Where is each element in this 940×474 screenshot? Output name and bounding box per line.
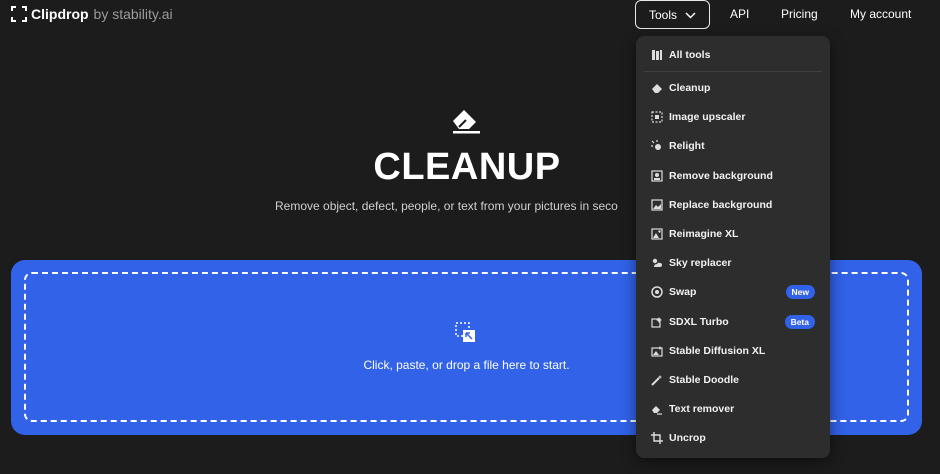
nav-api-link[interactable]: API (730, 7, 749, 21)
nav-pricing-link[interactable]: Pricing (781, 7, 818, 21)
menu-item-label: Relight (669, 140, 705, 152)
tools-button[interactable]: Tools (635, 0, 710, 29)
beta-badge: Beta (784, 315, 815, 329)
menu-item-label: Text remover (669, 403, 735, 415)
menu-item-label: Uncrop (669, 432, 706, 444)
nav-my-account-link[interactable]: My account (850, 7, 911, 21)
replace-bg-icon (650, 199, 663, 212)
menu-item-label: SDXL Turbo (669, 316, 729, 328)
menu-item-label: Cleanup (669, 82, 711, 94)
menu-item-remove-background[interactable]: Remove background (636, 163, 830, 189)
relight-icon (650, 140, 663, 153)
brand-suffix: by stability.ai (93, 6, 173, 22)
uncrop-icon (650, 432, 663, 445)
top-header: Clipdrop by stability.ai Tools API Prici… (0, 0, 940, 30)
menu-item-label: Remove background (669, 170, 773, 182)
tools-button-label: Tools (648, 7, 677, 22)
menu-item-label: Stable Diffusion XL (669, 345, 766, 357)
menu-item-label: Stable Doodle (669, 374, 740, 386)
new-badge: New (785, 285, 815, 299)
menu-item-uncrop[interactable]: Uncrop (636, 425, 830, 451)
menu-item-cleanup[interactable]: Cleanup (636, 75, 830, 101)
brand-name: Clipdrop (31, 6, 89, 22)
reimagine-icon (650, 228, 663, 241)
menu-item-sdxl-turbo[interactable]: SDXL Turbo Beta (636, 309, 830, 335)
menu-divider (644, 71, 822, 72)
sky-icon (650, 257, 663, 270)
menu-item-stable-doodle[interactable]: Stable Doodle (636, 367, 830, 393)
menu-item-text-remover[interactable]: Text remover (636, 396, 830, 422)
remove-bg-icon (650, 170, 663, 183)
eraser-icon (450, 106, 482, 134)
page-subtitle: Remove object, defect, people, or text f… (275, 199, 618, 213)
clipdrop-logo[interactable]: Clipdrop by stability.ai (11, 6, 173, 22)
menu-item-label: Image upscaler (669, 111, 746, 123)
sdxl-icon (650, 316, 663, 329)
swap-icon (650, 286, 663, 299)
menu-item-label: Swap (669, 286, 697, 298)
menu-item-sky-replacer[interactable]: Sky replacer (636, 250, 830, 276)
menu-item-label: Reimagine XL (669, 228, 739, 240)
menu-item-swap[interactable]: Swap New (636, 279, 830, 305)
menu-item-replace-background[interactable]: Replace background (636, 192, 830, 218)
chevron-down-icon (685, 8, 696, 22)
menu-item-stable-diffusion-xl[interactable]: Stable Diffusion XL (636, 338, 830, 364)
doodle-icon (650, 374, 663, 387)
upload-icon (455, 322, 477, 344)
menu-item-reimagine-xl[interactable]: Reimagine XL (636, 221, 830, 247)
menu-item-all-tools[interactable]: All tools (636, 42, 830, 68)
text-remover-icon (650, 403, 663, 416)
menu-item-label: All tools (669, 49, 711, 61)
menu-item-relight[interactable]: Relight (636, 133, 830, 159)
menu-item-label: Sky replacer (669, 257, 732, 269)
upscale-icon (650, 111, 663, 124)
clipdrop-logo-icon (11, 6, 27, 22)
eraser-icon (650, 82, 663, 95)
stable-diffusion-icon (650, 345, 663, 358)
menu-item-image-upscaler[interactable]: Image upscaler (636, 104, 830, 130)
menu-item-label: Replace background (669, 199, 773, 211)
tools-dropdown-menu: All tools Cleanup Image upscaler Relight… (636, 36, 830, 458)
all-tools-icon (650, 49, 663, 62)
